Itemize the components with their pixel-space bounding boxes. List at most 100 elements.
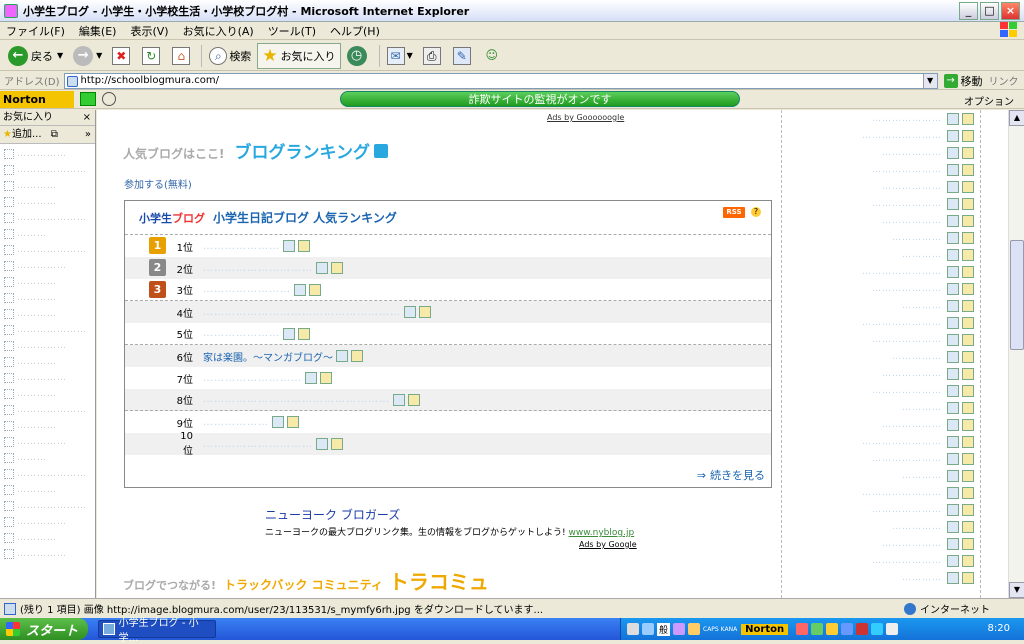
ime-tool-icon[interactable]: [688, 623, 701, 635]
right-column-row[interactable]: ………………: [782, 144, 980, 161]
close-button[interactable]: ×: [1001, 2, 1020, 20]
blog-rank-icon[interactable]: [962, 231, 974, 244]
norton-tray[interactable]: Norton: [741, 623, 789, 635]
favorites-item[interactable]: ………: [0, 226, 95, 242]
favorites-item[interactable]: ……………: [0, 514, 95, 530]
ime-mode[interactable]: 般: [657, 622, 671, 636]
blog-info-icon[interactable]: [947, 316, 959, 329]
blog-title-link[interactable]: ……………………………………………: [203, 394, 390, 405]
blog-info-icon[interactable]: [947, 129, 959, 142]
ranking-entry[interactable]: …………………………: [203, 262, 343, 274]
ime-icon[interactable]: [642, 623, 654, 635]
favorites-item[interactable]: …………: [0, 178, 95, 194]
blog-info-icon[interactable]: [947, 282, 959, 295]
category-logo[interactable]: 小学生ブログ: [139, 210, 205, 226]
right-column-row[interactable]: ……………: [782, 518, 980, 535]
blog-info-icon[interactable]: [947, 214, 959, 227]
ranking-entry[interactable]: ………………: [203, 416, 299, 428]
blog-rank-icon[interactable]: [962, 112, 974, 125]
norton-logo[interactable]: Norton: [0, 90, 74, 108]
norton-monitor-icon[interactable]: [80, 92, 96, 106]
right-column-row[interactable]: …………………: [782, 161, 980, 178]
blog-rank-icon[interactable]: [962, 571, 974, 584]
blog-rank-icon[interactable]: [962, 537, 974, 550]
speaker-icon[interactable]: [886, 623, 899, 635]
favorites-item[interactable]: …………………: [0, 402, 95, 418]
right-column-row[interactable]: …………………: [782, 195, 980, 212]
help-icon[interactable]: ?: [751, 207, 761, 217]
blog-rank-icon[interactable]: [298, 327, 310, 340]
favorites-item[interactable]: ……………: [0, 370, 95, 386]
blog-info-icon[interactable]: [316, 438, 328, 450]
blog-info-icon[interactable]: [947, 486, 959, 499]
blog-rank-icon[interactable]: [962, 435, 974, 448]
right-column-row[interactable]: ……………………: [782, 127, 980, 144]
blog-title-link[interactable]: …………………………: [203, 439, 313, 450]
right-column-row[interactable]: …………………: [782, 110, 980, 127]
blog-rank-icon[interactable]: [962, 265, 974, 278]
clock[interactable]: 8:20: [988, 623, 1010, 634]
ranking-entry[interactable]: …………………: [203, 327, 310, 340]
ranking-entry[interactable]: 家は楽園。～マンガブログ～: [203, 349, 363, 364]
maximize-button[interactable]: □: [980, 2, 999, 20]
favorites-item[interactable]: …………: [0, 386, 95, 402]
scroll-down-icon[interactable]: ▼: [1009, 582, 1024, 598]
right-column-row[interactable]: ……………: [782, 229, 980, 246]
favorites-item[interactable]: ……………: [0, 338, 95, 354]
blog-info-icon[interactable]: [272, 416, 284, 428]
blog-info-icon[interactable]: [947, 554, 959, 567]
ad-title[interactable]: ニューヨーク ブロガーズ: [265, 506, 634, 523]
keyboard-icon[interactable]: [627, 623, 639, 635]
blog-rank-icon[interactable]: [962, 197, 974, 210]
right-column-row[interactable]: ……………………: [782, 433, 980, 450]
blog-rank-icon[interactable]: [962, 350, 974, 363]
blog-info-icon[interactable]: [947, 197, 959, 210]
ranking-entry[interactable]: ………………………: [203, 372, 332, 384]
blog-title-link[interactable]: …………………………: [203, 263, 313, 274]
blog-info-icon[interactable]: [336, 350, 348, 362]
links-button[interactable]: リンク: [989, 73, 1019, 88]
blog-rank-icon[interactable]: [419, 306, 431, 318]
blog-rank-icon[interactable]: [408, 393, 420, 406]
favorites-item[interactable]: …………………: [0, 162, 95, 178]
blog-info-icon[interactable]: [947, 537, 959, 550]
menu-favorites[interactable]: お気に入り(A): [183, 23, 254, 39]
blog-info-icon[interactable]: [316, 262, 328, 274]
blog-info-icon[interactable]: [947, 180, 959, 193]
blog-title-link[interactable]: ………………: [203, 417, 269, 428]
join-link[interactable]: 参加する(無料): [124, 176, 192, 191]
ads-by-google-bottom[interactable]: Ads by Google: [579, 540, 637, 549]
more-link[interactable]: ⇒ 続きを見る: [697, 467, 765, 483]
mail-button[interactable]: ✉ ▼: [383, 43, 417, 69]
favorites-item[interactable]: …………………: [0, 466, 95, 482]
blog-info-icon[interactable]: [947, 469, 959, 482]
menu-file[interactable]: ファイル(F): [6, 23, 65, 39]
blog-info-icon[interactable]: [393, 393, 405, 406]
rss-badge[interactable]: RSS: [723, 207, 745, 218]
right-column-row[interactable]: ……………………: [782, 484, 980, 501]
favorites-item[interactable]: ……………: [0, 434, 95, 450]
blog-info-icon[interactable]: [947, 571, 959, 584]
ranking-entry[interactable]: …………………………: [203, 438, 343, 450]
blog-rank-icon[interactable]: [309, 283, 321, 296]
tray-icon-4[interactable]: [841, 623, 854, 635]
blog-rank-icon[interactable]: [962, 146, 974, 159]
tray-icon-5[interactable]: [856, 623, 869, 635]
blog-info-icon[interactable]: [283, 327, 295, 340]
favorites-add-button[interactable]: ★追加...: [3, 129, 42, 140]
ads-by-google-top[interactable]: Ads by Goooooogle: [547, 113, 624, 122]
blog-rank-icon[interactable]: [962, 554, 974, 567]
address-dropdown-icon[interactable]: ▼: [922, 73, 937, 88]
favorites-item[interactable]: ……………: [0, 146, 95, 162]
edit-button[interactable]: ✎: [449, 43, 477, 69]
taskbar-ie-item[interactable]: 小学生ブログ - 小学...: [98, 618, 216, 644]
blog-rank-icon[interactable]: [962, 452, 974, 465]
blog-info-icon[interactable]: [947, 146, 959, 159]
ranking-entry[interactable]: …………………: [203, 240, 310, 252]
tray-icon-6[interactable]: [871, 623, 884, 635]
right-column-row[interactable]: ……………: [782, 348, 980, 365]
favorites-item[interactable]: …………………: [0, 498, 95, 514]
favorites-button[interactable]: ★ お気に入り: [257, 42, 341, 69]
tracomi-banner[interactable]: ブログでつながる! トラックバック コミュニティ トラコミュ: [123, 566, 489, 595]
tray-icon-1[interactable]: [796, 623, 809, 635]
